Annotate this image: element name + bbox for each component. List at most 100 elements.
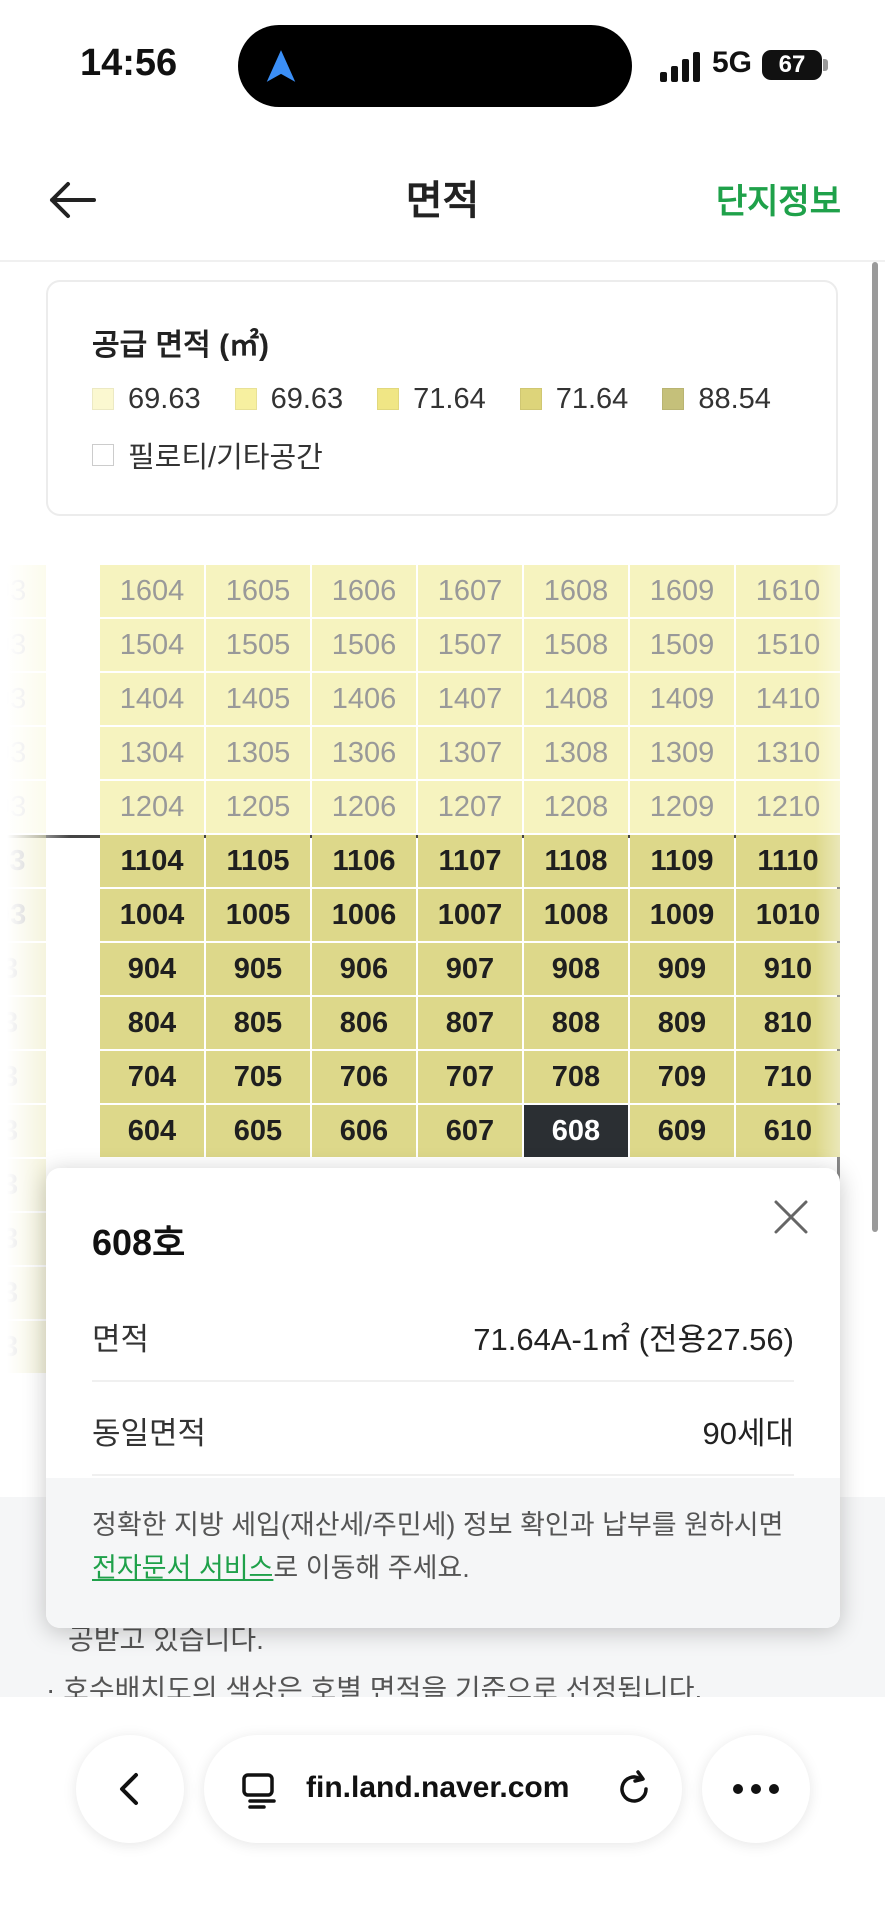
unit-cell[interactable]: 1205 — [206, 781, 310, 833]
unit-cell[interactable]: 805 — [206, 997, 310, 1049]
unit-cell[interactable]: 703 — [0, 1051, 46, 1103]
unit-cell[interactable]: 1504 — [100, 619, 204, 671]
unit-cell[interactable]: 1604 — [100, 565, 204, 617]
unit-cell[interactable]: 1210 — [736, 781, 840, 833]
unit-cell[interactable]: 1106 — [312, 835, 416, 887]
unit-cell[interactable]: 1004 — [100, 889, 204, 941]
unit-cell[interactable]: 809 — [630, 997, 734, 1049]
unit-cell[interactable]: 1403 — [0, 673, 46, 725]
unit-cell[interactable]: 606 — [312, 1105, 416, 1157]
unit-cell[interactable]: 909 — [630, 943, 734, 995]
unit-cell[interactable]: 906 — [312, 943, 416, 995]
unit-cell[interactable]: 1310 — [736, 727, 840, 779]
unit-cell[interactable]: 808 — [524, 997, 628, 1049]
unit-cell[interactable]: 1410 — [736, 673, 840, 725]
unit-cell[interactable]: 1006 — [312, 889, 416, 941]
complex-info-link[interactable]: 단지정보 — [716, 174, 841, 223]
unit-cell[interactable]: 605 — [206, 1105, 310, 1157]
unit-cell[interactable]: 1505 — [206, 619, 310, 671]
unit-cell[interactable]: 1309 — [630, 727, 734, 779]
unit-cell[interactable]: 1407 — [418, 673, 522, 725]
unit-cell[interactable]: 1209 — [630, 781, 734, 833]
unit-cell[interactable]: 610 — [736, 1105, 840, 1157]
unit-cell[interactable]: 1605 — [206, 565, 310, 617]
unit-cell[interactable]: 1606 — [312, 565, 416, 617]
unit-cell[interactable]: 1509 — [630, 619, 734, 671]
unit-cell[interactable]: 810 — [736, 997, 840, 1049]
unit-cell[interactable]: 1610 — [736, 565, 840, 617]
unit-cell[interactable]: 908 — [524, 943, 628, 995]
unit-cell[interactable]: 1003 — [0, 889, 46, 941]
unit-cell[interactable]: 1009 — [630, 889, 734, 941]
unit-cell[interactable]: 403 — [0, 1213, 46, 1265]
unit-cell[interactable]: 1107 — [418, 835, 522, 887]
unit-cell[interactable]: 804 — [100, 997, 204, 1049]
unit-cell[interactable]: 1507 — [418, 619, 522, 671]
address-bar[interactable]: fin.land.naver.com — [204, 1735, 682, 1843]
unit-cell[interactable]: 807 — [418, 997, 522, 1049]
unit-cell[interactable]: 1308 — [524, 727, 628, 779]
unit-cell[interactable]: 1005 — [206, 889, 310, 941]
unit-cell[interactable]: 303 — [0, 1267, 46, 1319]
unit-cell[interactable]: 1204 — [100, 781, 204, 833]
unit-cell[interactable]: 1110 — [736, 835, 840, 887]
unit-cell[interactable]: 704 — [100, 1051, 204, 1103]
unit-cell[interactable]: 1010 — [736, 889, 840, 941]
unit-cell[interactable]: 1206 — [312, 781, 416, 833]
unit-cell[interactable]: 604 — [100, 1105, 204, 1157]
unit-cell[interactable]: 1508 — [524, 619, 628, 671]
unit-cell[interactable]: 1405 — [206, 673, 310, 725]
unit-cell[interactable]: 1608 — [524, 565, 628, 617]
unit-cell[interactable]: 1404 — [100, 673, 204, 725]
unit-cell[interactable]: 903 — [0, 943, 46, 995]
unit-cell[interactable]: 803 — [0, 997, 46, 1049]
unit-cell[interactable]: 1103 — [0, 835, 46, 887]
unit-cell[interactable]: 710 — [736, 1051, 840, 1103]
unit-cell[interactable]: 1007 — [418, 889, 522, 941]
unit-cell[interactable]: 1406 — [312, 673, 416, 725]
unit-cell[interactable]: 907 — [418, 943, 522, 995]
unit-cell[interactable]: 1108 — [524, 835, 628, 887]
unit-cell[interactable]: 1306 — [312, 727, 416, 779]
unit-cell[interactable]: 1408 — [524, 673, 628, 725]
unit-cell[interactable]: 910 — [736, 943, 840, 995]
unit-cell[interactable]: 1609 — [630, 565, 734, 617]
unit-cell[interactable]: 203 — [0, 1321, 46, 1373]
unit-cell[interactable]: 1607 — [418, 565, 522, 617]
unit-cell[interactable]: 706 — [312, 1051, 416, 1103]
unit-cell[interactable]: 1303 — [0, 727, 46, 779]
unit-cell[interactable]: 1305 — [206, 727, 310, 779]
unit-cell[interactable]: 705 — [206, 1051, 310, 1103]
unit-cell[interactable]: 806 — [312, 997, 416, 1049]
unit-cell-selected[interactable]: 608 — [524, 1105, 628, 1157]
browser-back-button[interactable] — [76, 1735, 184, 1843]
unit-cell[interactable]: 1304 — [100, 727, 204, 779]
unit-cell[interactable]: 709 — [630, 1051, 734, 1103]
unit-cell[interactable]: 503 — [0, 1159, 46, 1211]
unit-cell[interactable]: 1503 — [0, 619, 46, 671]
e-document-service-link[interactable]: 전자문서 서비스 — [92, 1553, 273, 1583]
unit-cell[interactable]: 1208 — [524, 781, 628, 833]
unit-cell[interactable]: 1506 — [312, 619, 416, 671]
unit-cell[interactable]: 1409 — [630, 673, 734, 725]
unit-cell[interactable]: 609 — [630, 1105, 734, 1157]
unit-cell[interactable]: 1109 — [630, 835, 734, 887]
unit-cell[interactable]: 1603 — [0, 565, 46, 617]
unit-cell[interactable]: 904 — [100, 943, 204, 995]
unit-cell[interactable]: 708 — [524, 1051, 628, 1103]
unit-cell[interactable]: 905 — [206, 943, 310, 995]
more-options-button[interactable] — [702, 1735, 810, 1843]
scrollbar[interactable] — [872, 262, 878, 1232]
unit-cell[interactable]: 1207 — [418, 781, 522, 833]
unit-cell[interactable]: 1510 — [736, 619, 840, 671]
reload-icon[interactable] — [612, 1767, 656, 1811]
close-icon[interactable] — [770, 1196, 812, 1238]
unit-cell[interactable]: 1105 — [206, 835, 310, 887]
unit-cell[interactable]: 603 — [0, 1105, 46, 1157]
unit-cell[interactable]: 607 — [418, 1105, 522, 1157]
unit-cell[interactable]: 1307 — [418, 727, 522, 779]
unit-cell[interactable]: 1104 — [100, 835, 204, 887]
unit-cell[interactable]: 1203 — [0, 781, 46, 833]
unit-cell[interactable]: 707 — [418, 1051, 522, 1103]
unit-cell[interactable]: 1008 — [524, 889, 628, 941]
